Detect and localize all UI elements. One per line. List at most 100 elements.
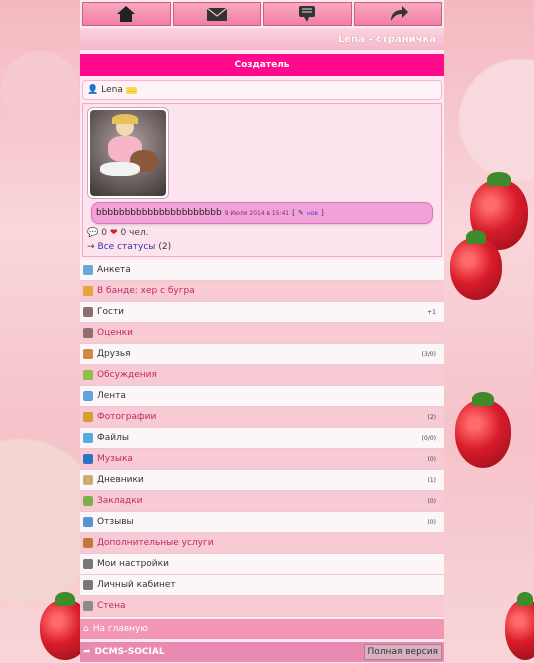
back-button[interactable]: [353, 2, 442, 26]
menu-item[interactable]: Файлы (0/0): [80, 428, 444, 449]
menu-item-label[interactable]: Музыка: [97, 454, 133, 464]
status-bracket: ]: [320, 209, 324, 217]
chat-button[interactable]: [263, 2, 352, 26]
menu-item-count: (2): [427, 413, 437, 421]
cabinet-icon: [83, 580, 93, 590]
menu-item[interactable]: Фотографии (2): [80, 407, 444, 428]
footer-bar: ➦ DCMS-SOCIAL Полная версия: [80, 642, 444, 662]
back-arrow-icon: [390, 6, 408, 21]
menu-item[interactable]: Друзья (3/0): [80, 344, 444, 365]
status-date: 9 Июля 2014 в 15:41: [224, 209, 290, 217]
all-statuses-count: (2): [158, 242, 172, 252]
photos-icon: [83, 412, 93, 422]
guests-icon: [83, 307, 93, 317]
arrow-right-icon: →: [87, 242, 95, 252]
menu-item[interactable]: Гости +1: [80, 302, 444, 323]
like-icon[interactable]: ❤: [110, 228, 118, 238]
page-container: Lena - страничка Создатель 👤 Lena .... b…: [80, 0, 444, 663]
menu-item[interactable]: Обсуждения: [80, 365, 444, 386]
settings-icon: [83, 559, 93, 569]
house-icon: ⌂: [83, 624, 89, 634]
menu-item[interactable]: Закладки (0): [80, 491, 444, 512]
avatar[interactable]: [87, 107, 169, 199]
mail-button[interactable]: [172, 2, 261, 26]
menu-item-count: (3/0): [421, 350, 436, 358]
profile-box: bbbbbbbbbbbbbbbbbbbbbb 9 Июля 2014 в 15:…: [82, 103, 442, 257]
menu-item-label[interactable]: В банде: хер с бугра: [97, 286, 195, 296]
home-link-row[interactable]: ⌂ На главную: [80, 619, 444, 639]
home-link[interactable]: На главную: [93, 624, 148, 634]
menu-item-count: (1): [427, 476, 437, 484]
menu-item[interactable]: Мои настройки: [80, 554, 444, 575]
menu-item[interactable]: Анкета: [80, 260, 444, 281]
gang-icon: [83, 286, 93, 296]
comments-count: 0: [101, 228, 107, 238]
menu-item-label[interactable]: Стена: [97, 601, 125, 611]
menu-item[interactable]: Отзывы (0): [80, 512, 444, 533]
menu-item-label[interactable]: Фотографии: [97, 412, 156, 422]
rank-badge: ....: [125, 86, 138, 94]
diary-icon: [83, 475, 93, 485]
all-statuses-link[interactable]: Все статусы: [98, 242, 156, 252]
menu-item-label[interactable]: Гости: [97, 307, 124, 317]
menu-item-label[interactable]: Лента: [97, 391, 126, 401]
menu-item-label[interactable]: Дневники: [97, 475, 144, 485]
chat-icon: [299, 6, 316, 22]
mail-icon: [206, 7, 228, 21]
menu-item-count: (0): [427, 455, 437, 463]
status-text: bbbbbbbbbbbbbbbbbbbbbb: [96, 208, 222, 218]
menu-item[interactable]: В банде: хер с бугра: [80, 281, 444, 302]
menu-item-label[interactable]: Отзывы: [97, 517, 134, 527]
discussions-icon: [83, 370, 93, 380]
home-icon: [117, 6, 136, 22]
avatar-image: [90, 110, 166, 196]
strawberry-decoration: [455, 392, 511, 468]
creator-banner: Создатель: [80, 54, 444, 76]
menu-item-label[interactable]: Мои настройки: [97, 559, 169, 569]
menu-item-label[interactable]: Анкета: [97, 265, 131, 275]
edit-icon[interactable]: ✎: [298, 209, 304, 217]
menu-item-label[interactable]: Друзья: [97, 349, 131, 359]
all-statuses: → Все статусы (2): [87, 242, 171, 252]
user-line: 👤 Lena ....: [82, 80, 442, 100]
status-counters: 💬 0 ❤ 0 чел.: [87, 228, 149, 238]
menu-item-count: (0/0): [421, 434, 436, 442]
page-title: Lena - страничка: [80, 28, 444, 50]
menu-item[interactable]: Музыка (0): [80, 449, 444, 470]
site-name[interactable]: DCMS-SOCIAL: [95, 647, 165, 657]
files-icon: [83, 433, 93, 443]
menu-item-label[interactable]: Обсуждения: [97, 370, 157, 380]
footer-arrow-icon: ➦: [83, 647, 91, 657]
bookmarks-icon: [83, 496, 93, 506]
menu-item[interactable]: Дневники (1): [80, 470, 444, 491]
menu-item[interactable]: Лента: [80, 386, 444, 407]
ratings-icon: [83, 328, 93, 338]
home-button[interactable]: [82, 2, 171, 26]
strawberry-decoration: [505, 592, 534, 660]
full-version-button[interactable]: Полная версия: [363, 644, 442, 660]
music-icon: [83, 454, 93, 464]
menu-item[interactable]: Личный кабинет: [80, 575, 444, 596]
menu-item-label[interactable]: Дополнительные услуги: [97, 538, 214, 548]
reviews-icon: [83, 517, 93, 527]
status-bracket: [: [292, 209, 295, 217]
status-bubble: bbbbbbbbbbbbbbbbbbbbbb 9 Июля 2014 в 15:…: [91, 202, 433, 224]
strawberry-decoration: [450, 230, 502, 300]
services-icon: [83, 538, 93, 548]
menu-item[interactable]: Дополнительные услуги: [80, 533, 444, 554]
menu-item-label[interactable]: Личный кабинет: [97, 580, 176, 590]
menu-item[interactable]: Оценки: [80, 323, 444, 344]
profile-menu: Анкета В банде: хер с бугра Гости +1 Оценки Д…: [80, 260, 444, 617]
user-name-link[interactable]: Lena: [101, 85, 123, 95]
menu-item-label[interactable]: Оценки: [97, 328, 133, 338]
menu-item[interactable]: Стена: [80, 596, 444, 617]
menu-item-count: (0): [427, 518, 437, 526]
likers-count: 0 чел.: [120, 228, 149, 238]
status-new-link[interactable]: нов: [307, 210, 318, 217]
user-icon: [83, 265, 93, 275]
top-nav: [80, 0, 444, 26]
menu-item-label[interactable]: Файлы: [97, 433, 129, 443]
wall-icon: [83, 601, 93, 611]
comment-icon[interactable]: 💬: [87, 228, 98, 238]
menu-item-label[interactable]: Закладки: [97, 496, 143, 506]
